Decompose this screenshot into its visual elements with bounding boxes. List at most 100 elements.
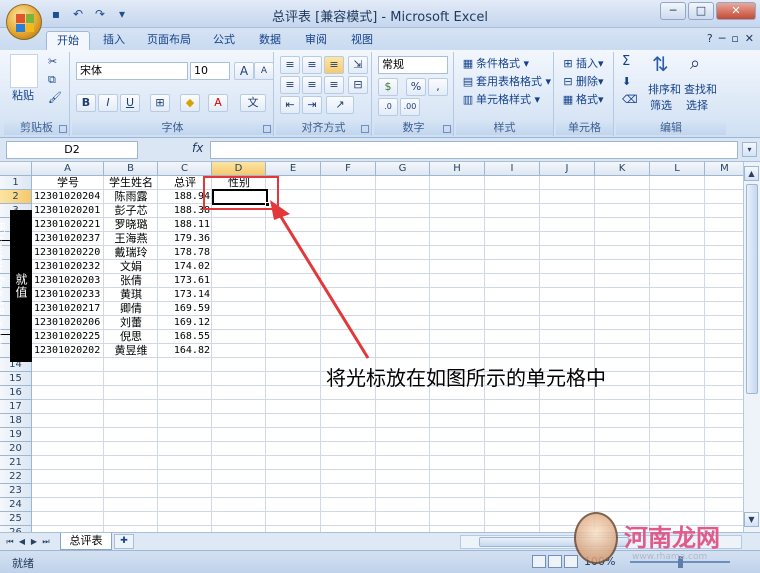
borders-icon[interactable]: ⊞ [150,94,170,112]
find-select-label[interactable]: 查找和 [684,82,717,98]
vertical-scroll-thumb[interactable] [746,184,758,394]
tab-data[interactable]: 数据 [252,31,288,50]
annotation-arrow [270,200,370,359]
clipboard-launcher-icon[interactable] [59,125,67,133]
copy-icon[interactable]: ⧉ [48,72,56,88]
insert-function-button[interactable]: fx [192,141,203,155]
font-launcher-icon[interactable] [263,125,271,133]
status-ready: 就绪 [12,557,34,570]
find-select-label-2[interactable]: 选择 [686,98,708,114]
ribbon-close-icon[interactable]: ✕ [745,32,754,45]
office-logo-icon [16,14,34,32]
tab-view[interactable]: 视图 [344,31,380,50]
delete-cells-label: 删除 [576,75,598,88]
font-color-icon[interactable]: A [208,94,228,112]
minimize-button[interactable]: ─ [660,2,686,20]
conditional-formatting-icon: ▦ [462,57,474,70]
cell-styles-icon: ▥ [462,93,474,106]
grow-font-button[interactable]: A [234,62,254,80]
first-sheet-icon[interactable]: ⏮ [4,535,16,548]
increase-indent-icon[interactable]: ⇥ [302,96,322,114]
site-brand: 河南龙网 [624,524,720,552]
office-button[interactable] [6,4,42,40]
wrap-text-icon[interactable]: ⇲ [348,56,368,74]
ribbon-restore-icon[interactable]: ▫ [731,32,738,45]
styles-group: ▦ 条件格式 ▾ ▤ 套用表格格式 ▾ ▥ 单元格样式 ▾ 样式 [456,52,554,136]
insert-cells-icon: ⊞ [563,57,573,70]
sort-filter-label[interactable]: 排序和 [648,82,681,98]
font-label: 字体 [72,121,273,135]
format-as-table-icon: ▤ [462,75,474,88]
autosum-button[interactable]: Σ [622,54,630,70]
cartoon-face-icon [574,512,618,564]
insert-sheet-icon[interactable]: ✚ [114,534,134,549]
format-painter-icon[interactable]: 🖌 [48,90,62,106]
percent-button[interactable]: % [406,78,426,96]
find-select-icon[interactable]: ⌕ [690,55,700,73]
increase-decimal-icon[interactable]: .0 [378,98,398,116]
fill-color-icon[interactable]: ◆ [180,94,200,112]
merge-center-icon[interactable]: ⊟ [348,76,368,94]
maximize-button[interactable]: □ [688,2,714,20]
cell-styles-button[interactable]: ▥ 单元格样式 ▾ [460,92,540,108]
vertical-scrollbar[interactable]: ▲ ▼ [743,162,760,532]
fill-icon[interactable]: ⬇ [622,74,631,90]
paste-icon[interactable] [10,54,38,88]
expand-formula-bar-icon[interactable]: ▾ [742,142,757,157]
tab-formulas[interactable]: 公式 [206,31,242,50]
name-box[interactable]: D2 [6,141,138,159]
sheet-tab-zongpingbiao[interactable]: 总评表 [60,533,112,550]
decrease-decimal-icon[interactable]: .00 [400,98,420,116]
vertical-watermark: 就值吧/www.fun48.com [0,210,32,362]
ribbon-minimize-icon[interactable]: ─ [719,32,726,45]
cells-group: ⊞ 插入▾ ⊟ 删除▾ ▦ 格式▾ 单元格 [556,52,614,136]
next-sheet-icon[interactable]: ▶ [28,535,40,548]
align-top-icon[interactable]: ≡ [280,56,300,74]
align-middle-icon[interactable]: ≡ [302,56,322,74]
bold-button[interactable]: B [76,94,96,112]
number-group: 常规 $ % , .0 .00 数字 [374,52,454,136]
normal-view-icon[interactable] [532,555,546,568]
alignment-launcher-icon[interactable] [361,125,369,133]
format-cells-button[interactable]: ▦ 格式▾ [560,92,604,108]
phonetic-guide-button[interactable]: 文 [240,94,266,112]
sort-filter-icon[interactable]: ⇅ [652,54,669,74]
close-button[interactable]: ✕ [716,2,756,20]
orientation-icon[interactable]: ↗ [326,96,354,114]
tab-review[interactable]: 审阅 [298,31,334,50]
cut-icon[interactable]: ✂ [48,54,57,70]
comma-button[interactable]: , [428,78,448,96]
format-as-table-button[interactable]: ▤ 套用表格格式 ▾ [460,74,551,90]
align-bottom-icon[interactable]: ≡ [324,56,344,74]
last-sheet-icon[interactable]: ⏭ [40,535,52,548]
format-cells-label: 格式 [576,93,598,106]
scroll-up-icon[interactable]: ▲ [744,166,759,181]
tab-insert[interactable]: 插入 [96,31,132,50]
insert-cells-button[interactable]: ⊞ 插入▾ [560,56,603,72]
align-left-icon[interactable]: ≡ [280,76,300,94]
page-layout-view-icon[interactable] [548,555,562,568]
worksheet-grid[interactable]: ABCDEFGHIJKLM 12345678910111213141516171… [0,162,743,532]
decrease-indent-icon[interactable]: ⇤ [280,96,300,114]
font-size-select[interactable]: 10 [190,62,230,80]
align-right-icon[interactable]: ≡ [324,76,344,94]
clear-icon[interactable]: ⌫ [622,92,638,108]
italic-button[interactable]: I [98,94,118,112]
align-center-icon[interactable]: ≡ [302,76,322,94]
formula-bar: D2 fx ▾ [0,138,760,162]
formula-input[interactable] [210,141,738,159]
number-launcher-icon[interactable] [443,125,451,133]
delete-cells-button[interactable]: ⊟ 删除▾ [560,74,603,90]
tab-home[interactable]: 开始 [46,31,90,50]
font-name-select[interactable]: 宋体 [76,62,188,80]
paste-button[interactable]: 粘贴 [12,88,34,104]
tab-page-layout[interactable]: 页面布局 [140,31,198,50]
conditional-formatting-button[interactable]: ▦ 条件格式 ▾ [460,56,529,72]
accounting-format-icon[interactable]: $ [378,78,398,96]
prev-sheet-icon[interactable]: ◀ [16,535,28,548]
underline-button[interactable]: U [120,94,140,112]
number-format-select[interactable]: 常规 [378,56,448,74]
help-icon[interactable]: ? [707,32,713,45]
shrink-font-button[interactable]: A [254,62,274,80]
sort-filter-label-2[interactable]: 筛选 [650,98,672,114]
